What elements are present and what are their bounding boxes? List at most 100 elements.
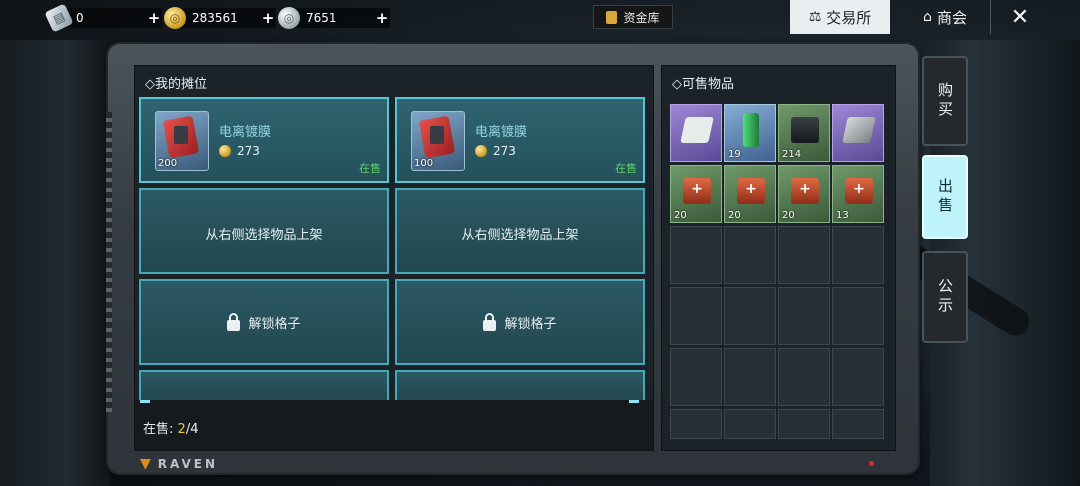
- vault-icon: [606, 10, 618, 24]
- inventory-grid: 19 214 20 20 20 13: [670, 104, 890, 439]
- scale-icon: ⚖: [808, 9, 822, 25]
- exchange-tab[interactable]: ⚖ 交易所: [790, 0, 890, 34]
- locked-slot-1[interactable]: 解锁格子: [139, 279, 389, 365]
- item-quantity: 20: [728, 210, 741, 221]
- my-stall-panel: ◇我的摊位 200 电离镀膜 273 在售 100 电离镀膜 273 在售 从右…: [134, 65, 654, 451]
- house-icon: ⌂: [923, 9, 932, 25]
- item-quantity: 100: [414, 158, 434, 169]
- status-badge: 在售: [615, 162, 637, 175]
- raven-logo-icon: ▼: [140, 456, 154, 472]
- item-thumbnail: 200: [155, 111, 209, 171]
- lock-icon: [483, 313, 497, 331]
- item-quantity: 214: [782, 149, 802, 160]
- close-icon: ✕: [1010, 4, 1030, 30]
- close-button[interactable]: ✕: [990, 0, 1049, 34]
- inventory-item-medkit[interactable]: 20: [670, 165, 722, 223]
- add-ticket-button[interactable]: +: [146, 9, 162, 27]
- inventory-item-battery[interactable]: 214: [778, 104, 830, 162]
- locked-slot-4[interactable]: [395, 370, 645, 400]
- canister-icon: [743, 113, 759, 147]
- item-name: 电离镀膜: [219, 125, 272, 140]
- unlock-slot-label: 解锁格子: [141, 313, 387, 332]
- currency-silver: ◎ 7651 +: [278, 7, 390, 29]
- currency-value: 0: [76, 11, 84, 25]
- empty-cell: [832, 287, 884, 345]
- medkit-icon: [683, 178, 711, 204]
- inventory-item-document[interactable]: [670, 104, 722, 162]
- currency-value: 283561: [192, 11, 238, 25]
- item-quantity: 13: [836, 210, 849, 221]
- empty-cell: [832, 348, 884, 406]
- empty-cell: [670, 409, 722, 439]
- shop-label: 商会: [936, 8, 967, 27]
- vault-label: 资金库: [623, 10, 660, 25]
- status-badge: 在售: [359, 162, 381, 175]
- item-name: 电离镀膜: [475, 125, 528, 140]
- item-quantity: 20: [674, 210, 687, 221]
- on-sale-footer: 在售: 2/4: [135, 400, 653, 450]
- gold-coin-icon: [219, 145, 231, 157]
- inventory-item-medkit[interactable]: 20: [778, 165, 830, 223]
- empty-cell: [724, 226, 776, 284]
- lock-icon: [227, 313, 241, 331]
- tab-sell[interactable]: 出售: [922, 155, 968, 239]
- stall-title: ◇我的摊位: [145, 77, 208, 92]
- empty-cell: [670, 226, 722, 284]
- battery-icon: [791, 117, 819, 143]
- shop-tab[interactable]: ⌂ 商会: [905, 0, 985, 34]
- add-gold-button[interactable]: +: [260, 9, 276, 27]
- gold-coin-icon: [475, 145, 487, 157]
- brand-name: RAVEN: [157, 457, 219, 471]
- stall-slot-1[interactable]: 200 电离镀膜 273 在售: [139, 97, 389, 183]
- stall-slot-3[interactable]: 从右侧选择物品上架: [139, 188, 389, 274]
- gold-coin-icon: ◎: [164, 7, 186, 29]
- inventory-item-medkit[interactable]: 13: [832, 165, 884, 223]
- item-quantity: 19: [728, 149, 741, 160]
- tab-announce[interactable]: 公示: [922, 251, 968, 343]
- brand-logo: ▼ RAVEN: [140, 456, 218, 472]
- scroll-indicator: [137, 400, 649, 403]
- silver-coin-icon: ◎: [278, 7, 300, 29]
- item-quantity: 20: [782, 210, 795, 221]
- exchange-label: 交易所: [826, 8, 872, 27]
- item-quantity: 200: [158, 158, 178, 169]
- top-bar: ▤ 0 + ◎ 283561 + ◎ 7651 + 资金库 ⚖ 交易所 ⌂ 商会…: [0, 0, 1080, 34]
- tab-buy[interactable]: 购买: [922, 56, 968, 146]
- unlock-slot-label: 解锁格子: [397, 313, 643, 332]
- stall-slot-2[interactable]: 100 电离镀膜 273 在售: [395, 97, 645, 183]
- inventory-item-metal-plate[interactable]: [832, 104, 884, 162]
- tab-buy-label: 购买: [936, 82, 954, 120]
- medkit-icon: [791, 178, 819, 204]
- add-silver-button[interactable]: +: [374, 9, 390, 27]
- empty-cell: [778, 287, 830, 345]
- empty-cell: [778, 409, 830, 439]
- document-icon: [680, 117, 714, 143]
- inventory-item-canister[interactable]: 19: [724, 104, 776, 162]
- locked-slot-2[interactable]: 解锁格子: [395, 279, 645, 365]
- empty-cell: [670, 287, 722, 345]
- empty-cell: [724, 287, 776, 345]
- empty-cell: [670, 348, 722, 406]
- indicator-light: [869, 461, 874, 466]
- item-price: 273: [475, 144, 516, 158]
- empty-cell: [724, 348, 776, 406]
- empty-cell: [778, 226, 830, 284]
- sellable-items-panel: ◇可售物品 19 214 20 20 20: [661, 65, 896, 451]
- empty-cell: [832, 226, 884, 284]
- inventory-item-medkit[interactable]: 20: [724, 165, 776, 223]
- empty-cell: [832, 409, 884, 439]
- stall-slot-4[interactable]: 从右侧选择物品上架: [395, 188, 645, 274]
- locked-slot-3[interactable]: [139, 370, 389, 400]
- vault-button[interactable]: 资金库: [593, 5, 673, 29]
- currency-gold: ◎ 283561 +: [164, 7, 276, 29]
- medkit-icon: [845, 178, 873, 204]
- empty-slot-hint: 从右侧选择物品上架: [461, 228, 579, 243]
- empty-cell: [778, 348, 830, 406]
- empty-slot-hint: 从右侧选择物品上架: [205, 228, 323, 243]
- item-price: 273: [219, 144, 260, 158]
- item-thumbnail: 100: [411, 111, 465, 171]
- tab-sell-label: 出售: [936, 178, 954, 216]
- medkit-icon: [737, 178, 765, 204]
- currency-value: 7651: [306, 11, 337, 25]
- empty-cell: [724, 409, 776, 439]
